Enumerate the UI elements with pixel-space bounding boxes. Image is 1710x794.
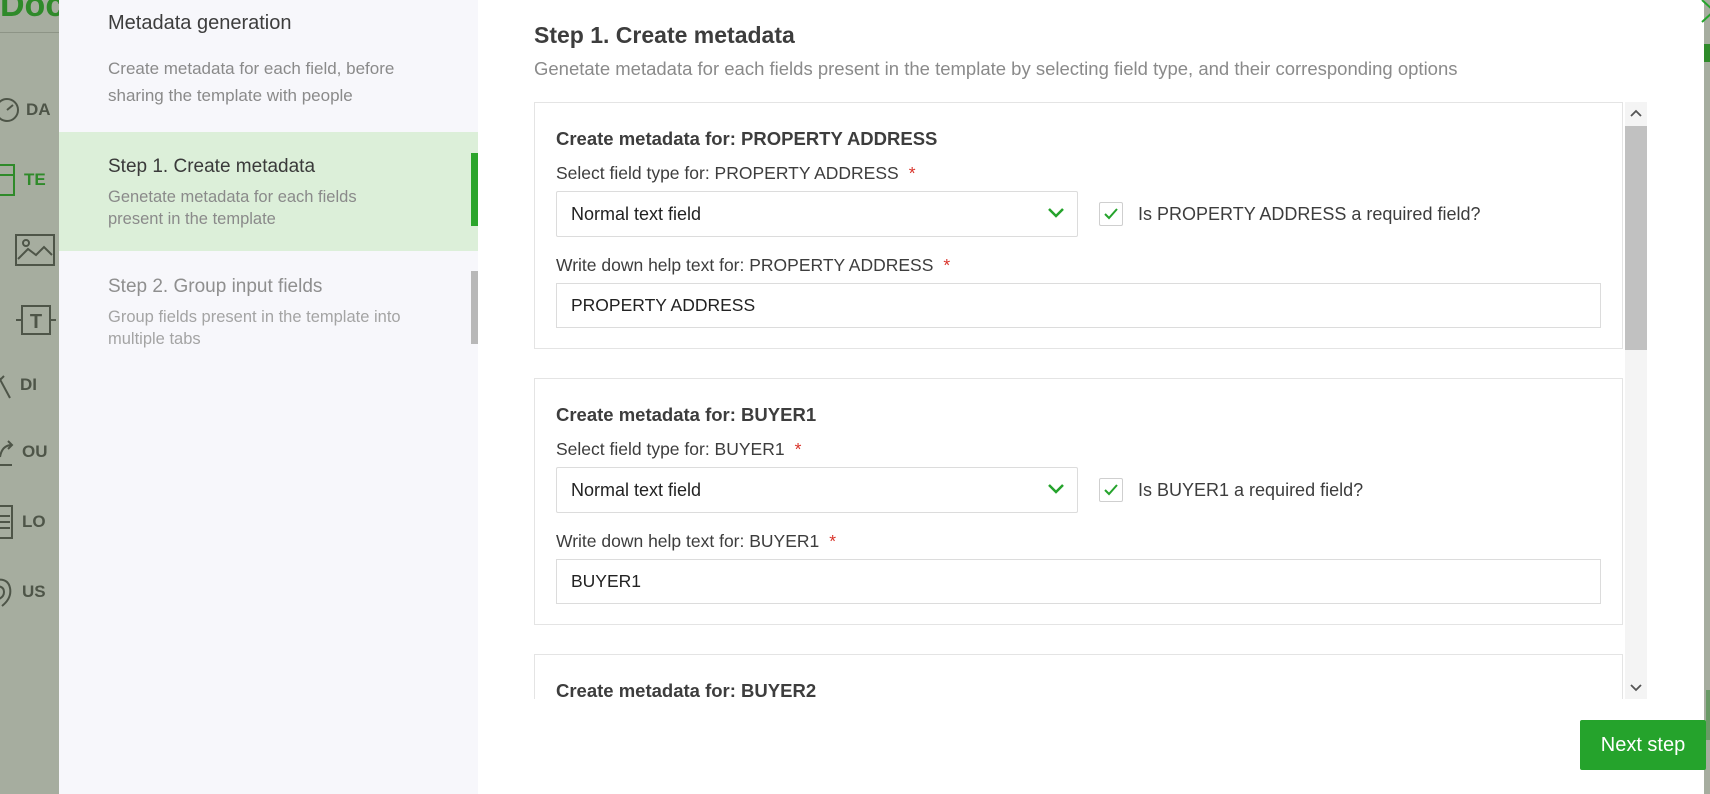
field-type-select[interactable]: Normal text field [556,467,1078,513]
page-title: Step 1. Create metadata [534,22,795,48]
metadata-card: Create metadata for: BUYER2 [534,654,1623,699]
vertical-scrollbar[interactable] [1625,102,1647,699]
field-type-select[interactable]: Normal text field [556,191,1078,237]
label-text: Select field type for: BUYER1 [556,439,785,459]
required-asterisk: * [794,439,802,459]
background-accent [1706,690,1710,740]
nav-item-label: US [22,582,46,601]
step-title: Step 2. Group input fields [108,276,323,297]
checkbox-box[interactable] [1099,202,1123,226]
background-accent [1704,44,1710,62]
next-step-button[interactable]: Next step [1580,720,1706,770]
help-text-input[interactable] [556,283,1601,328]
label-text: Select field type for: PROPERTY ADDRESS [556,163,899,183]
dashboard-icon [0,98,19,122]
nav-item-draw: DI [0,365,64,405]
template-icon [0,164,15,196]
text-field-icon: T [16,305,56,335]
check-icon [1104,484,1118,496]
log-icon [0,505,13,539]
required-asterisk: * [943,255,951,275]
share-icon [0,440,14,466]
checkbox-label: Is PROPERTY ADDRESS a required field? [1138,203,1481,224]
nav-item-label: OU [22,442,48,461]
nav-item-label: TE [24,170,46,189]
image-icon [15,234,55,266]
sidebar-title: Metadata generation [108,12,292,34]
sidebar-description: Create metadata for each field, before s… [108,59,395,105]
steps-sidebar: Metadata generation Create metadata for … [59,0,478,794]
label-text: Write down help text for: BUYER1 [556,531,820,551]
scroll-down-button[interactable] [1625,677,1647,699]
step-group-input-fields[interactable]: Step 2. Group input fields Group fields … [59,262,478,352]
nav-item-dashboard: DA [0,90,64,130]
required-asterisk: * [908,163,916,183]
checkbox-box[interactable] [1099,478,1123,502]
close-icon [1701,0,1710,23]
metadata-card: Create metadata for: PROPERTY ADDRESS Se… [534,102,1623,349]
help-text-label: Write down help text for: PROPERTY ADDRE… [556,255,950,276]
card-title: Create metadata for: BUYER1 [556,404,817,425]
help-text-input[interactable] [556,559,1601,604]
scrollbar-thumb[interactable] [1625,126,1647,350]
svg-text:T: T [30,311,42,333]
fields-scroll-area[interactable]: Create metadata for: PROPERTY ADDRESS Se… [534,102,1623,699]
scroll-up-button[interactable] [1625,102,1647,124]
chevron-up-icon [1630,109,1642,117]
checkbox-label: Is BUYER1 a required field? [1138,479,1364,500]
required-checkbox[interactable]: Is PROPERTY ADDRESS a required field? [1099,202,1480,226]
nav-item-logs: LO [0,502,64,542]
step-description: Genetate metadata for each fields presen… [108,188,357,228]
required-checkbox[interactable]: Is BUYER1 a required field? [1099,478,1363,502]
nav-item-label: DA [26,100,51,119]
select-value: Normal text field [571,480,702,500]
nav-item-label: LO [22,512,46,531]
field-type-label: Select field type for: BUYER1 * [556,439,801,460]
step-title: Step 1. Create metadata [108,156,316,177]
close-button[interactable] [1698,0,1710,24]
chevron-down-icon [1630,684,1642,692]
nav-item-label: DI [20,375,37,394]
card-title: Create metadata for: PROPERTY ADDRESS [556,128,938,149]
step-indicator [471,271,478,344]
nav-item-users: US [0,572,64,612]
nav-item-output: OU [0,432,64,472]
page-subtitle: Genetate metadata for each fields presen… [534,58,1458,79]
field-type-label: Select field type for: PROPERTY ADDRESS * [556,163,916,184]
modal-main: Step 1. Create metadata Genetate metadat… [534,0,1710,794]
step-description: Group fields present in the template int… [108,308,401,348]
step-create-metadata[interactable]: Step 1. Create metadata Genetate metadat… [59,132,478,251]
check-icon [1104,208,1118,220]
card-title: Create metadata for: BUYER2 [556,680,817,699]
metadata-card: Create metadata for: BUYER1 Select field… [534,378,1623,625]
label-text: Write down help text for: PROPERTY ADDRE… [556,255,934,275]
metadata-modal: Metadata generation Create metadata for … [59,0,1710,794]
step-active-indicator [471,153,478,226]
required-asterisk: * [829,531,837,551]
chevron-down-icon [1048,208,1064,218]
sidebar-header: Metadata generation Create metadata for … [108,12,448,109]
user-icon [0,578,12,607]
chevron-down-icon [1048,484,1064,494]
help-text-label: Write down help text for: BUYER1 * [556,531,836,552]
draw-icon [0,375,11,399]
nav-item-templates: TE [0,160,64,200]
select-value: Normal text field [571,204,702,224]
background-nav: DA TE T DI OU LO US [0,0,60,794]
